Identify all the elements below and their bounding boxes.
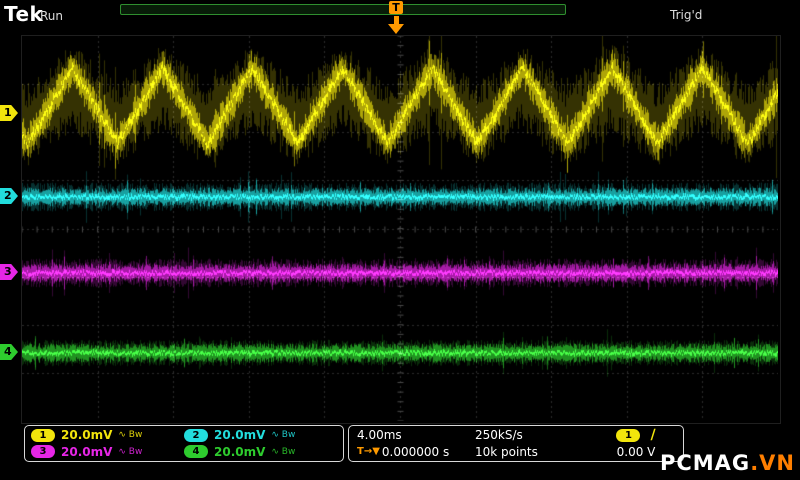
watermark-main: PCMAG [659,451,751,475]
record-length: 10k points [475,444,538,459]
channel-2-badge: 2 [184,428,208,442]
channel-3-coupling-bandwidth-icons: ∿ Bᴡ [118,446,143,457]
channel-1-badge: 1 [31,428,55,442]
oscilloscope-screen: Tek Run T Trig'd 1 2 3 4 1 20.0mV ∿ Bᴡ 2… [0,0,800,480]
record-view-bar [120,4,566,15]
channel-3-badge: 3 [31,445,55,459]
waveform-canvas [22,36,778,421]
trigger-source-readout: 1 ∕ [593,427,679,443]
trigger-slope-icon: ∕ [650,427,656,444]
tek-logo: Tek [4,2,44,26]
channel-4-readout: 4 20.0mV ∿ Bᴡ [184,444,337,461]
channel-4-marker: 4 [0,344,18,360]
channel-1-scale: 20.0mV [61,428,113,443]
channel-2-coupling-bandwidth-icons: ∿ Bᴡ [271,430,296,441]
trigger-position-icon: T→▼ [357,446,380,458]
channel-readouts-box: 1 20.0mV ∿ Bᴡ 2 20.0mV ∿ Bᴡ 3 20.0mV ∿ B… [24,425,344,462]
channel-2-scale: 20.0mV [214,428,266,443]
channel-2-readout: 2 20.0mV ∿ Bᴡ [184,427,337,444]
trigger-arrow-head [388,24,404,34]
channel-4-coupling-bandwidth-icons: ∿ Bᴡ [271,446,296,457]
channel-3-readout: 3 20.0mV ∿ Bᴡ [31,444,184,461]
horizontal-trigger-readout-box: 4.00ms 250kS/s 1 ∕ T→▼ 0.000000 s 10k po… [348,425,684,462]
trigger-arrow-stem [393,16,399,24]
channel-2-marker: 2 [0,188,18,204]
trigger-time: 0.000000 s [381,444,450,459]
channel-1-readout: 1 20.0mV ∿ Bᴡ [31,427,184,444]
watermark-suffix: .VN [750,451,795,475]
sample-rate: 250kS/s [475,428,523,443]
trigger-position-flag: T [389,1,403,14]
channel-1-coupling-bandwidth-icons: ∿ Bᴡ [118,430,143,441]
trigger-source-badge: 1 [616,428,641,442]
acquisition-status: Run [40,9,64,23]
channel-3-scale: 20.0mV [61,444,113,459]
watermark: PCMAG.VN [660,451,795,475]
trigger-position-arrow-icon [388,16,404,34]
channel-1-marker: 1 [0,105,18,121]
trigger-position-readout: T→▼ 0.000000 s [357,445,475,459]
channel-3-marker: 3 [0,264,18,280]
channel-4-badge: 4 [184,445,208,459]
timebase-scale: 4.00ms [357,428,402,443]
trigger-status: Trig'd [670,8,703,22]
graticule-area [21,35,781,424]
channel-4-scale: 20.0mV [214,444,266,459]
